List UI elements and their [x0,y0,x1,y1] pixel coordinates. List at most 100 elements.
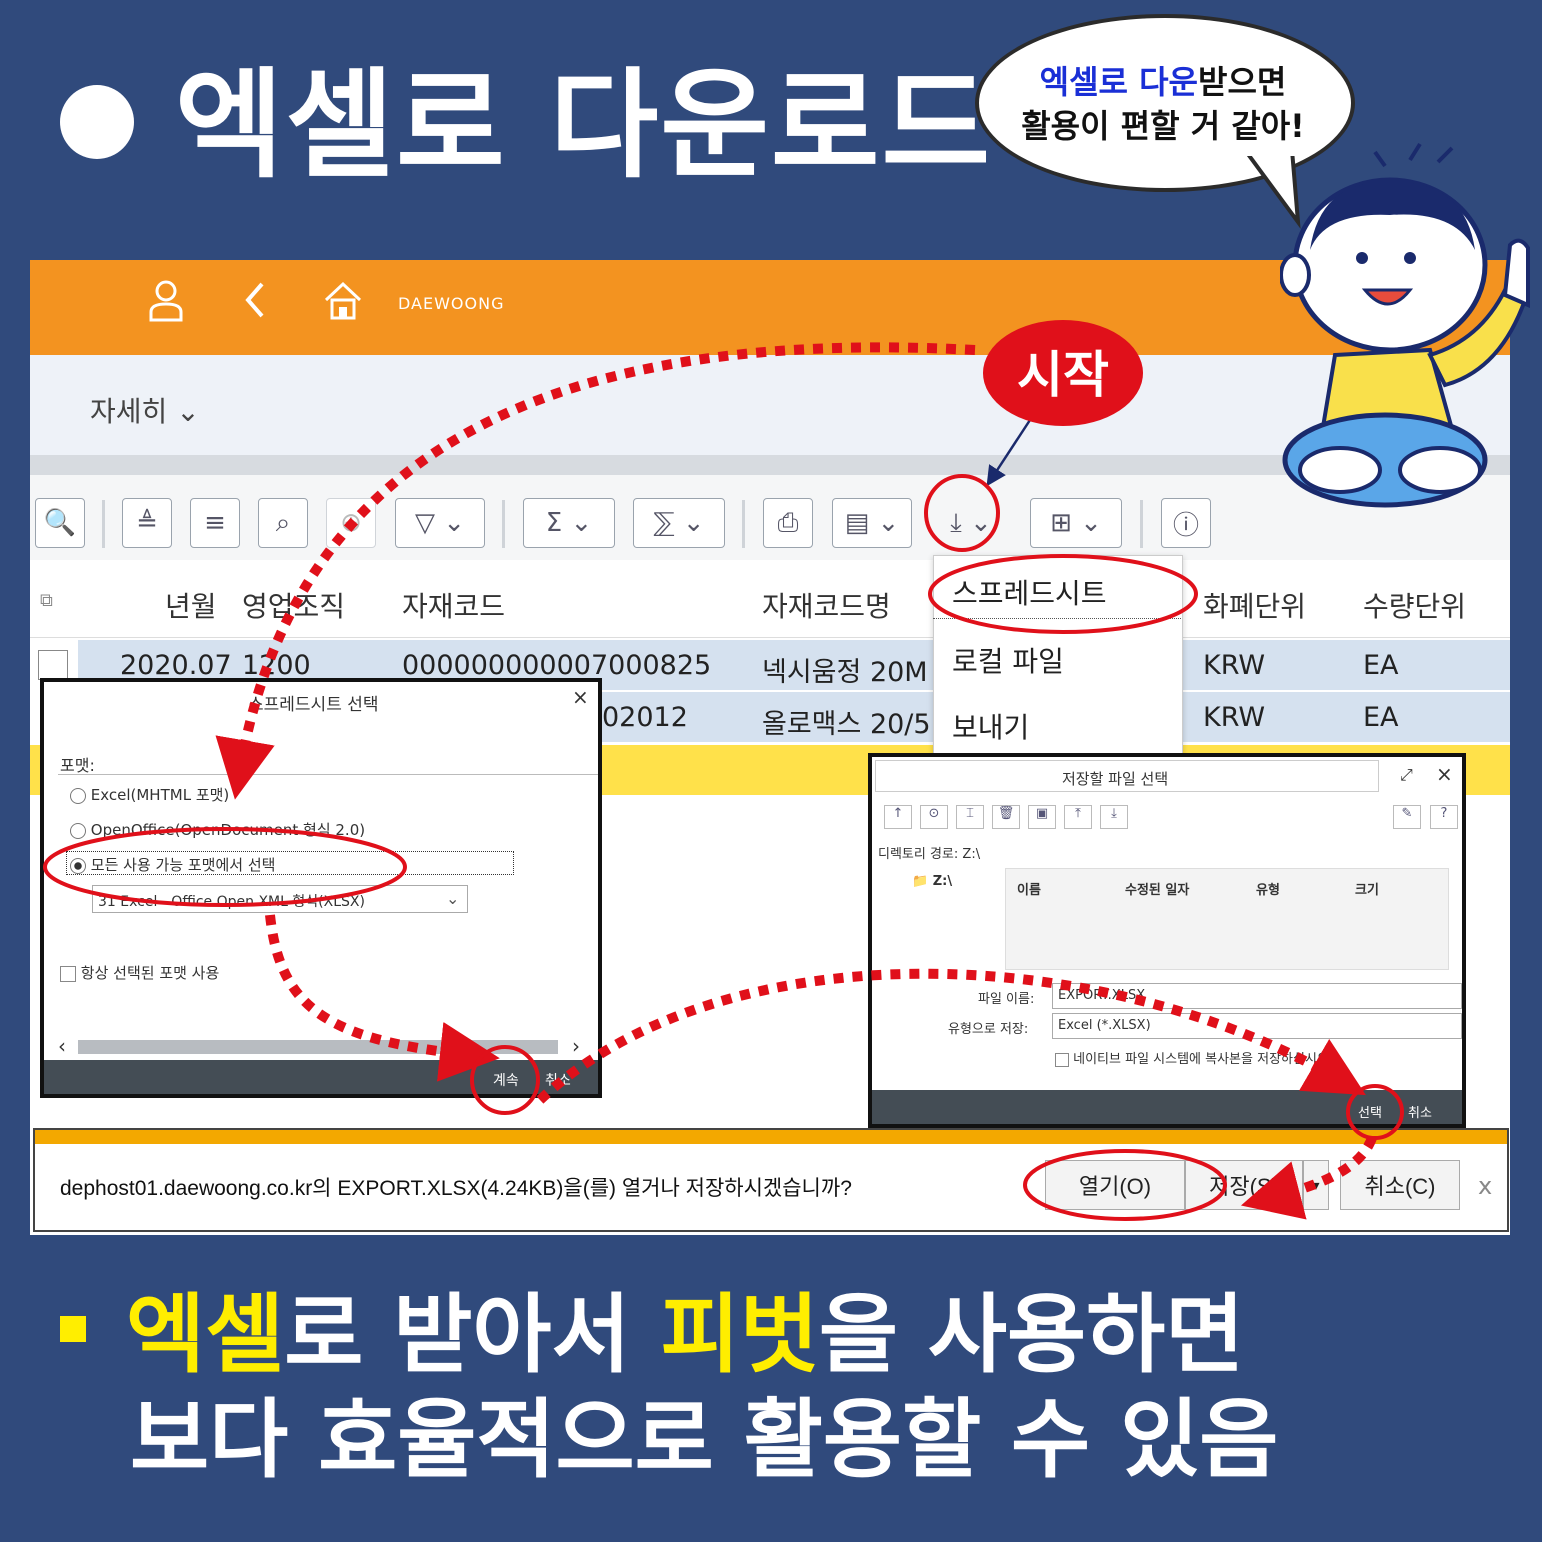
radio-icon [70,787,86,804]
chevron-down-icon: ⌄ [176,395,200,428]
cell-ym: 2020.07 [120,650,232,681]
toolbar-separator [502,500,505,548]
page-title: 엑셀로 다운로드 [175,56,993,194]
col-header-ym[interactable]: 년월 [165,585,217,625]
bottom-text-line1: 엑셀로 받아서 피벗을 사용하면 [60,1280,1244,1390]
format-divider [58,774,598,775]
toolbar-separator [102,500,105,548]
cell-currency: KRW [1203,650,1266,681]
search-plus-icon[interactable]: ⊕ [326,498,376,548]
print-icon[interactable]: ⎙ [763,498,813,548]
col-name[interactable]: 이름 [1017,879,1041,898]
select-button[interactable]: 선택 [1358,1102,1382,1121]
continue-button[interactable]: 계속 [493,1070,519,1090]
print-preview-icon[interactable]: ▤ ⌄ [832,498,912,548]
export-icon[interactable]: ⤓ ⌄ [930,498,1012,548]
search-icon[interactable]: ⊙ [920,805,948,829]
save-as-type-label: 유형으로 저장: [948,1022,1029,1037]
filter-icon[interactable]: ▽ ⌄ [395,498,485,548]
settings-grid-icon[interactable]: ⊞ ⌄ [1030,498,1122,548]
menu-item-local-file[interactable]: 로컬 파일 [952,640,1064,680]
sum-icon[interactable]: Σ ⌄ [523,498,615,548]
bubble-highlight: 엑셀로 다운 [1039,63,1198,101]
bottom-text-line2: 보다 효율적으로 활용할 수 있음 [130,1390,1279,1490]
scrollbar[interactable] [78,1040,558,1054]
scroll-left-icon[interactable]: ‹ [58,1034,66,1058]
format-label: 포맷: [60,756,95,775]
close-icon[interactable]: × [1436,762,1453,786]
home-icon[interactable] [322,278,364,332]
dialog-title: 저장할 파일 선택 [1062,770,1169,788]
cell-code: 000000000007000825 [402,650,712,681]
boy-character-illustration [1280,142,1530,508]
up-icon[interactable]: ↑ [884,805,912,829]
speech-bubble-text: 엑셀로 다운받으면 활용이 편할 거 같아! [980,60,1346,148]
download-bar-stripe [35,1130,1507,1144]
back-icon[interactable] [240,278,270,332]
subtotal-icon[interactable]: ⅀ ⌄ [633,498,725,548]
search-icon[interactable]: ⌕ [258,498,308,548]
col-modified[interactable]: 수정된 일자 [1125,879,1189,898]
delete-icon[interactable]: 🗑 [992,805,1020,829]
cell-name: 넥시움정 20M [762,657,928,688]
highlight-excel: 엑셀 [126,1285,285,1385]
detail-toggle[interactable]: 자세히 ⌄ [90,390,200,430]
menu-item-spreadsheet[interactable]: 스프레드시트 [952,572,1107,612]
toolbar-separator [742,500,745,548]
cell-unit: EA [1363,650,1399,681]
format-select-value: 31 Excel - Office Open XML 형식(XLSX) [98,894,365,910]
cell-org: 1200 [242,650,311,681]
col-type[interactable]: 유형 [1256,879,1280,898]
select-all-icon[interactable]: ⧉ [40,590,53,611]
info-icon[interactable]: ⓘ [1161,498,1211,548]
cell-name: 올로맥스 20/5 [762,709,931,740]
download-message: dephost01.daewoong.co.kr의 EXPORT.XLSX(4.… [60,1177,852,1200]
save-button[interactable]: 저장(S) [1185,1160,1303,1210]
bottom-text-part: 을 사용하면 [818,1285,1245,1385]
cell-unit: EA [1363,702,1399,733]
col-header-unit[interactable]: 수량단위 [1363,585,1466,625]
zoom-icon[interactable]: 🔍 [35,498,85,548]
sort-descending-icon[interactable]: ≡ [190,498,240,548]
user-icon[interactable] [148,278,184,332]
toolbar-separator [1140,500,1143,548]
col-header-org[interactable]: 영업조직 [242,585,345,625]
cell-currency: KRW [1203,702,1266,733]
upload-icon[interactable]: ⤒ [1064,805,1092,829]
help-icon[interactable]: ? [1430,805,1458,829]
col-header-name[interactable]: 자재코드명 [762,585,891,625]
file-list[interactable] [1005,868,1449,970]
dialog-title: 스프레드시트 선택 [248,695,379,715]
close-icon[interactable]: x [1478,1172,1492,1200]
cancel-button[interactable]: 취소(C) [1340,1160,1460,1210]
maximize-icon[interactable]: ⤢ [1400,765,1413,785]
save-options-dropdown[interactable]: ▾ [1303,1160,1329,1210]
download-icon[interactable]: ⤓ [1100,805,1128,829]
cancel-button[interactable]: 취소 [1408,1102,1432,1121]
sort-ascending-icon[interactable]: ≜ [122,498,172,548]
rename-icon[interactable]: ⌶ [956,805,984,829]
col-header-code[interactable]: 자재코드 [402,585,505,625]
always-use-checkbox[interactable]: 항상 선택된 포맷 사용 [60,962,219,983]
save-as-type-value: Excel (*.XLSX) [1058,1018,1151,1033]
open-button[interactable]: 열기(O) [1045,1160,1185,1210]
row-checkbox[interactable] [38,650,68,680]
menu-divider [933,618,1181,619]
start-badge: 시작 [1017,346,1109,404]
col-size[interactable]: 크기 [1355,879,1379,898]
new-folder-icon[interactable]: ▣ [1028,805,1056,829]
scroll-right-icon[interactable]: › [572,1034,580,1058]
col-header-currency[interactable]: 화폐단위 [1203,585,1306,625]
option-openoffice[interactable]: OpenOffice(OpenDocument 형식 2.0) [70,819,365,840]
tree-item-drive[interactable]: 📁 Z:\ [912,874,952,889]
radio-icon [70,822,86,839]
edit-icon[interactable]: ✎ [1393,805,1421,829]
option-excel-mhtml[interactable]: Excel(MHTML 포맷) [70,784,229,805]
menu-item-send[interactable]: 보내기 [952,706,1029,746]
cancel-button[interactable]: 취소 [545,1070,571,1090]
chevron-down-icon: ⌄ [446,889,460,908]
highlight-pivot: 피벗 [660,1285,819,1385]
close-icon[interactable]: × [572,685,589,709]
copy-native-checkbox[interactable]: 네이티브 파일 시스템에 복사본을 저장하십시오. [1055,1048,1333,1067]
option-all-formats[interactable]: 모든 사용 가능 포맷에서 선택 [70,854,275,875]
